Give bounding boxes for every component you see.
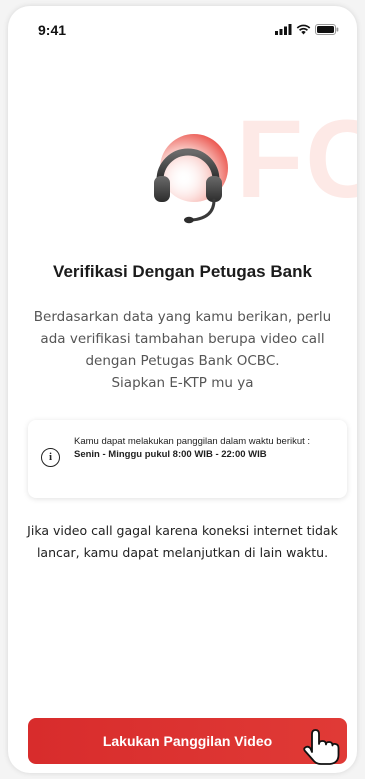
signal-icon <box>275 24 292 35</box>
description-line: dengan Petugas Bank OCBC. <box>85 353 280 369</box>
page-title: Verifikasi Dengan Petugas Bank <box>53 262 312 281</box>
status-icons <box>275 24 339 35</box>
status-time: 9:41 <box>38 22 67 38</box>
description-line: ada verifikasi tambahan berupa video cal… <box>40 331 325 347</box>
status-bar: 9:41 <box>8 6 357 50</box>
schedule-info-card: i Kamu dapat melakukan panggilan dalam w… <box>28 420 347 498</box>
schedule-hours: Senin - Minggu pukul 8:00 WIB - 22:00 WI… <box>74 449 267 460</box>
note-line: Jika video call gagal karena koneksi int… <box>27 523 338 538</box>
tap-hand-icon <box>303 729 340 765</box>
note-line: lancar, kamu dapat melanjutkan di lain w… <box>36 545 329 560</box>
schedule-info-prefix: Kamu dapat melakukan panggilan dalam wak… <box>74 436 311 447</box>
battery-icon <box>315 24 339 35</box>
headset-icon <box>154 134 228 224</box>
info-icon: i <box>41 448 60 467</box>
wifi-icon <box>296 24 311 35</box>
schedule-info-text: Kamu dapat melakukan panggilan dalam wak… <box>74 435 338 461</box>
connection-note: Jika video call gagal karena koneksi int… <box>22 520 343 564</box>
description-text: Berdasarkan data yang kamu berikan, perl… <box>28 306 337 394</box>
brand-watermark: FC <box>236 98 357 221</box>
description-line: Siapkan E-KTP mu ya <box>111 375 254 391</box>
description-line: Berdasarkan data yang kamu berikan, perl… <box>33 309 332 325</box>
phone-screen: 9:41 FC Verifikasi Dengan Petugas Bank B… <box>8 6 357 773</box>
